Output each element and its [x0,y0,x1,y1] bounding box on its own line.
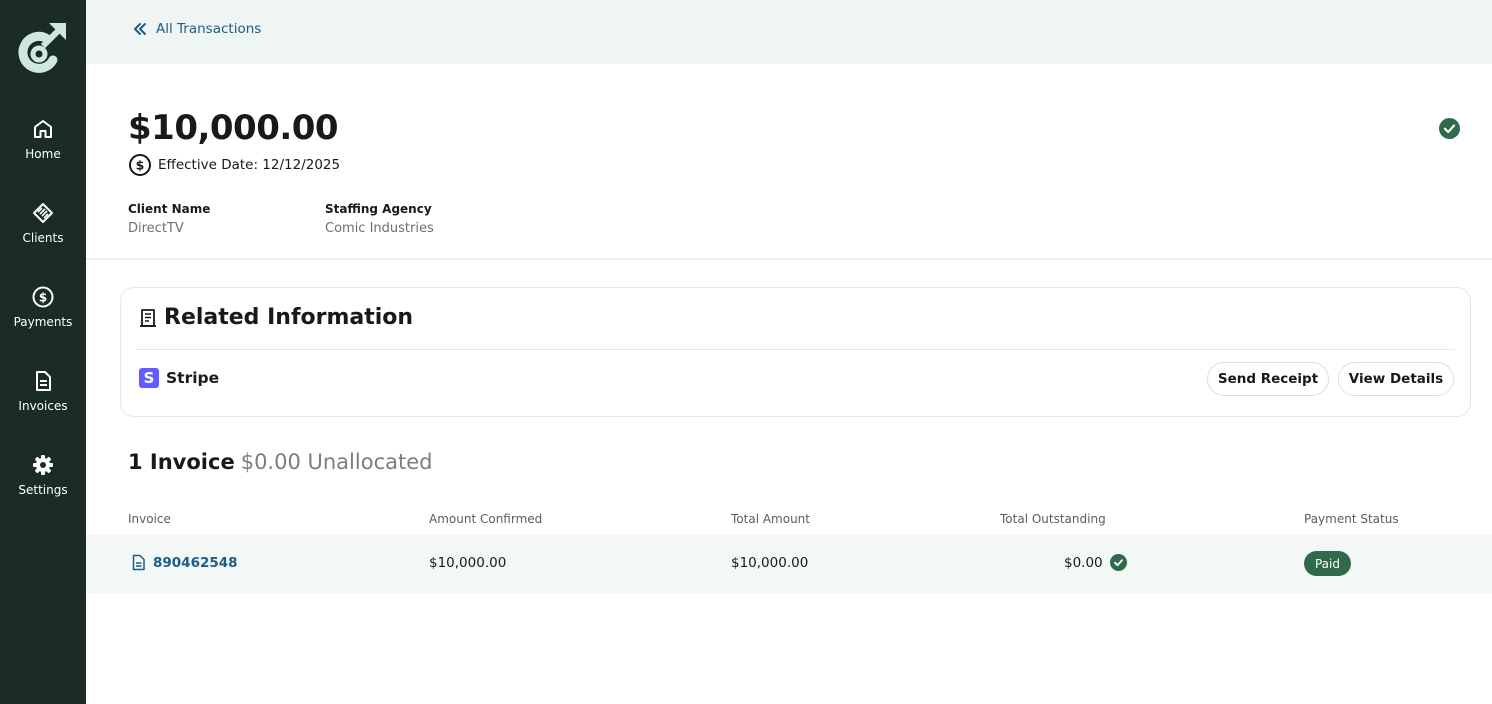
column-header-total-outstanding: Total Outstanding [1000,512,1106,526]
all-transactions-link[interactable]: All Transactions [132,21,261,37]
home-icon [34,120,52,138]
stripe-logo-icon: S [139,368,159,388]
staffing-agency-value: Comic Industries [325,221,434,236]
unallocated-amount: $0.00 Unallocated [240,450,433,474]
payment-provider: S Stripe [139,368,219,388]
effective-date: Effective Date: 12/12/2025 [158,157,341,173]
transaction-header: $10,000.00 $ Effective Date: 12/12/2025 … [86,64,1492,260]
sidebar-item-settings[interactable]: Settings [0,453,86,517]
invoice-summary-heading: 1 Invoice $0.00 Unallocated [128,450,432,474]
sidebar-item-label: Payments [13,315,73,329]
dollar-circle-icon: $ [129,154,151,176]
related-information-title: Related Information [138,305,413,330]
column-header-total-amount: Total Amount [731,512,810,526]
sidebar-item-label: Clients [22,231,64,245]
table-row[interactable]: 890462548 $10,000.00 $10,000.00 $0.00 Pa… [86,535,1492,593]
card-title-text: Related Information [164,305,414,330]
brand-logo[interactable] [13,20,69,76]
provider-name: Stripe [166,369,220,387]
sidebar-item-invoices[interactable]: Invoices [0,369,86,433]
transaction-amount: $10,000.00 [128,108,339,148]
related-information-card: Related Information S Stripe Send Receip… [120,287,1471,417]
total-outstanding-value: $0.00 [1064,554,1103,571]
top-bar: All Transactions [86,0,1492,64]
sidebar: Home Clients $ Payments Invoices Setting… [0,0,86,704]
document-icon [36,371,51,391]
client-name-label: Client Name [128,202,211,216]
sidebar-item-payments[interactable]: $ Payments [0,285,86,349]
effective-date-row: $ Effective Date: 12/12/2025 [128,153,340,177]
sidebar-item-clients[interactable]: Clients [0,201,86,265]
check-circle-icon [1439,118,1460,139]
receipt-icon [140,308,156,327]
total-amount-cell: $10,000.00 [731,555,809,571]
back-link-label: All Transactions [156,21,262,37]
double-chevron-left-icon [134,23,146,35]
sidebar-item-label: Settings [18,483,68,497]
document-icon [132,554,145,571]
column-header-amount-confirmed: Amount Confirmed [429,512,543,526]
amount-confirmed-cell: $10,000.00 [429,555,507,571]
svg-text:$: $ [136,158,145,173]
invoice-link[interactable]: 890462548 [130,554,238,571]
sidebar-item-label: Home [25,147,61,161]
check-circle-icon [1109,554,1127,571]
invoice-number: 890462548 [153,554,238,571]
column-header-invoice: Invoice [128,512,171,526]
gear-icon [33,455,53,475]
view-details-button[interactable]: View Details [1338,362,1454,396]
handshake-icon [33,203,53,223]
invoice-count: 1 Invoice [128,450,235,474]
sidebar-item-home[interactable]: Home [0,117,86,181]
dollar-circle-icon: $ [32,286,54,308]
status-badge: Paid [1304,551,1351,576]
sidebar-item-label: Invoices [18,399,68,413]
column-header-payment-status: Payment Status [1304,512,1399,526]
staffing-agency-label: Staffing Agency [325,202,432,216]
send-receipt-button[interactable]: Send Receipt [1207,362,1329,396]
client-name-value: DirectTV [128,221,184,236]
client-name-block: Client Name DirectTV [128,202,210,236]
divider [136,349,1455,350]
total-outstanding-cell: $0.00 [1064,554,1127,571]
staffing-agency-block: Staffing Agency Comic Industries [325,202,434,236]
svg-text:$: $ [39,291,47,305]
